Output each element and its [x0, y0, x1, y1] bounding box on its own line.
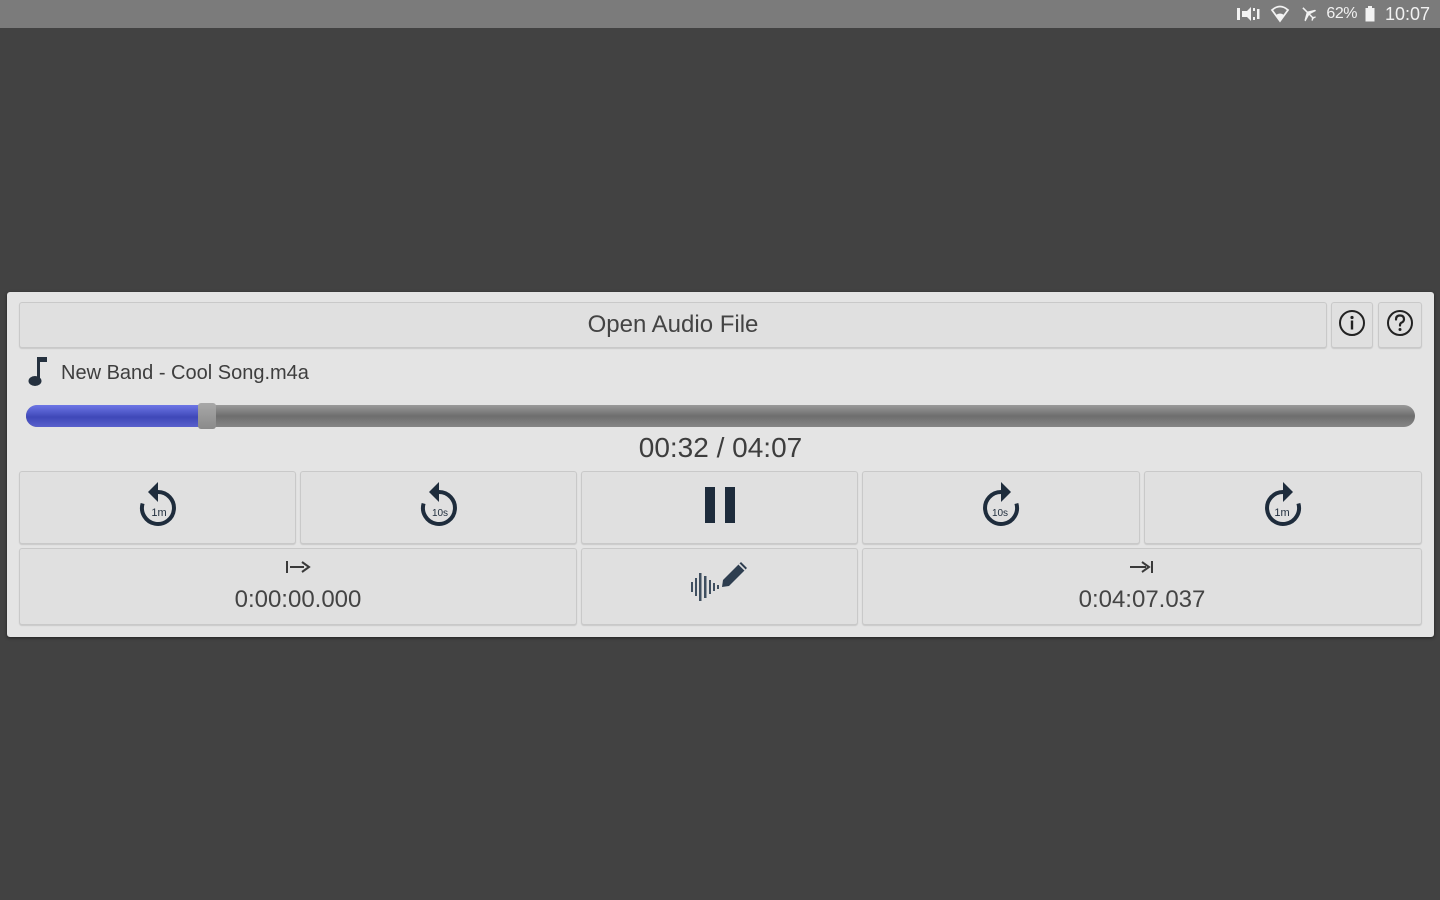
status-bar: 62% 10:07: [0, 0, 1440, 28]
loop-end-button[interactable]: 0:04:07.037: [862, 548, 1422, 625]
now-playing-row: New Band - Cool Song.m4a: [25, 356, 309, 390]
battery-icon: [1365, 6, 1375, 22]
rewind-10s-button[interactable]: 10s: [300, 471, 577, 544]
seek-progress-fill: [26, 405, 207, 427]
rewind-1m-button[interactable]: 1m: [19, 471, 296, 544]
forward-10s-icon: 10s: [977, 479, 1025, 536]
waveform-edit-icon: [689, 555, 751, 618]
forward-1m-button[interactable]: 1m: [1144, 471, 1422, 544]
help-button[interactable]: [1378, 302, 1422, 348]
info-icon: [1338, 309, 1366, 342]
seek-bar[interactable]: [26, 403, 1415, 429]
pause-button[interactable]: [581, 471, 858, 544]
mute-vibrate-icon: [1236, 5, 1262, 23]
rewind-1m-icon: 1m: [134, 479, 182, 536]
loop-end-icon: [1129, 559, 1155, 580]
rewind-1m-label: 1m: [151, 507, 166, 519]
pause-icon: [703, 485, 737, 530]
music-note-icon: [25, 354, 51, 393]
waveform-edit-button[interactable]: [581, 548, 858, 625]
help-icon: [1386, 309, 1414, 342]
open-audio-file-button[interactable]: Open Audio File: [19, 302, 1327, 348]
rewind-10s-label: 10s: [431, 508, 447, 519]
file-name: New Band - Cool Song.m4a: [61, 361, 309, 384]
airplane-mode-icon: [1298, 5, 1318, 23]
loop-start-icon: [285, 559, 311, 580]
loop-end-time: 0:04:07.037: [1078, 586, 1206, 613]
forward-10s-label: 10s: [992, 508, 1008, 519]
rewind-10s-icon: 10s: [415, 479, 463, 536]
forward-1m-label: 1m: [1274, 507, 1289, 519]
loop-start-time: 0:00:00.000: [234, 586, 362, 613]
forward-10s-button[interactable]: 10s: [862, 471, 1140, 544]
clock: 10:07: [1384, 3, 1430, 24]
seek-thumb[interactable]: [197, 403, 216, 429]
open-audio-file-label: Open Audio File: [587, 311, 759, 338]
forward-1m-icon: 1m: [1259, 479, 1307, 536]
playback-time: 00:32 / 04:07: [638, 432, 803, 463]
info-button[interactable]: [1331, 302, 1373, 348]
player-panel: Open Audio File New Band - Cool Song.m4a…: [7, 292, 1434, 637]
loop-start-button[interactable]: 0:00:00.000: [19, 548, 577, 625]
battery-percent: 62%: [1326, 5, 1357, 22]
wifi-icon: [1270, 5, 1290, 23]
